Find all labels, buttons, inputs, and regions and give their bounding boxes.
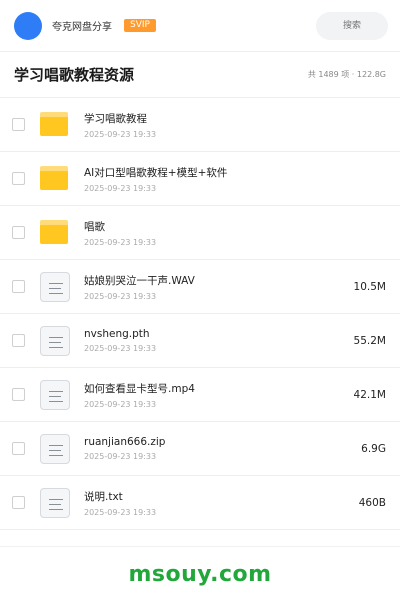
file-date: 2025-09-23 19:33 bbox=[84, 129, 157, 139]
file-name[interactable]: nvsheng.pth bbox=[84, 328, 346, 340]
row-checkbox[interactable] bbox=[12, 496, 25, 509]
folder-row[interactable]: AI对口型唱歌教程+模型+软件 2025-09-23 19:33 bbox=[0, 152, 400, 206]
document-icon bbox=[40, 487, 70, 518]
file-name[interactable]: ruanjian666.zip bbox=[84, 436, 353, 448]
file-name[interactable]: 说明.txt bbox=[84, 489, 351, 504]
page-title: 学习唱歌教程资源 bbox=[14, 66, 135, 84]
file-list: 学习唱歌教程 2025-09-23 19:33 AI对口型唱歌教程+模型+软件 202… bbox=[0, 98, 400, 530]
file-info: 学习唱歌教程 2025-09-23 19:33 bbox=[84, 111, 386, 139]
document-icon bbox=[40, 433, 70, 464]
file-size: 6.9G bbox=[361, 442, 386, 455]
folder-row[interactable]: 学习唱歌教程 2025-09-23 19:33 bbox=[0, 98, 400, 152]
file-name[interactable]: 学习唱歌教程 bbox=[84, 111, 386, 126]
file-info: ruanjian666.zip 2025-09-23 19:33 bbox=[84, 436, 353, 461]
file-name[interactable]: 唱歌 bbox=[84, 219, 386, 234]
document-icon bbox=[40, 379, 70, 410]
file-info: 说明.txt 2025-09-23 19:33 bbox=[84, 489, 351, 517]
file-row[interactable]: ruanjian666.zip 2025-09-23 19:33 6.9G bbox=[0, 422, 400, 476]
file-summary: 共 1489 项 · 122.8G bbox=[307, 70, 386, 79]
file-date: 2025-09-23 19:33 bbox=[84, 344, 157, 353]
file-row[interactable]: 姑娘别哭泣一干声.WAV 2025-09-23 19:33 10.5M bbox=[0, 260, 400, 314]
file-date: 2025-09-23 19:33 bbox=[84, 237, 157, 247]
svip-badge: SVIP bbox=[124, 18, 156, 33]
file-name[interactable]: 姑娘别哭泣一干声.WAV bbox=[84, 273, 346, 288]
watermark: msouy.com bbox=[128, 562, 272, 587]
document-icon bbox=[40, 271, 70, 302]
folder-icon bbox=[40, 164, 70, 194]
row-checkbox[interactable] bbox=[12, 388, 25, 401]
file-size: 55.2M bbox=[353, 334, 386, 347]
folder-row[interactable]: 唱歌 2025-09-23 19:33 bbox=[0, 206, 400, 260]
folder-icon bbox=[40, 110, 70, 140]
footer-divider bbox=[0, 546, 400, 547]
file-date: 2025-09-23 19:33 bbox=[84, 507, 157, 517]
file-row[interactable]: nvsheng.pth 2025-09-23 19:33 55.2M bbox=[0, 314, 400, 368]
site-name: 夸克网盘分享 bbox=[52, 22, 112, 33]
row-checkbox[interactable] bbox=[12, 118, 25, 131]
file-row[interactable]: 说明.txt 2025-09-23 19:33 460B bbox=[0, 476, 400, 530]
row-checkbox[interactable] bbox=[12, 280, 25, 293]
row-checkbox[interactable] bbox=[12, 172, 25, 185]
file-name[interactable]: AI对口型唱歌教程+模型+软件 bbox=[84, 165, 386, 180]
file-row[interactable]: 如何查看显卡型号.mp4 2025-09-23 19:33 42.1M bbox=[0, 368, 400, 422]
row-checkbox[interactable] bbox=[12, 334, 25, 347]
document-icon bbox=[40, 325, 70, 356]
avatar[interactable] bbox=[14, 11, 42, 40]
file-date: 2025-09-23 19:33 bbox=[84, 399, 157, 409]
file-size: 460B bbox=[358, 496, 386, 509]
file-size: 10.5M bbox=[353, 280, 386, 293]
row-checkbox[interactable] bbox=[12, 226, 25, 239]
file-date: 2025-09-23 19:33 bbox=[84, 183, 157, 193]
file-size: 42.1M bbox=[353, 388, 386, 401]
app-header: 夸克网盘分享 SVIP bbox=[0, 0, 400, 52]
file-info: AI对口型唱歌教程+模型+软件 2025-09-23 19:33 bbox=[84, 165, 386, 193]
file-info: 如何查看显卡型号.mp4 2025-09-23 19:33 bbox=[84, 381, 346, 409]
file-date: 2025-09-23 19:33 bbox=[84, 452, 157, 461]
file-date: 2025-09-23 19:33 bbox=[84, 291, 157, 301]
file-info: 姑娘别哭泣一干声.WAV 2025-09-23 19:33 bbox=[84, 273, 346, 301]
row-checkbox[interactable] bbox=[12, 442, 25, 455]
search-input[interactable] bbox=[316, 11, 388, 40]
file-name[interactable]: 如何查看显卡型号.mp4 bbox=[84, 381, 346, 396]
title-bar: 学习唱歌教程资源 共 1489 项 · 122.8G bbox=[0, 52, 400, 98]
file-info: nvsheng.pth 2025-09-23 19:33 bbox=[84, 328, 346, 353]
folder-icon bbox=[40, 218, 70, 248]
file-info: 唱歌 2025-09-23 19:33 bbox=[84, 219, 386, 247]
